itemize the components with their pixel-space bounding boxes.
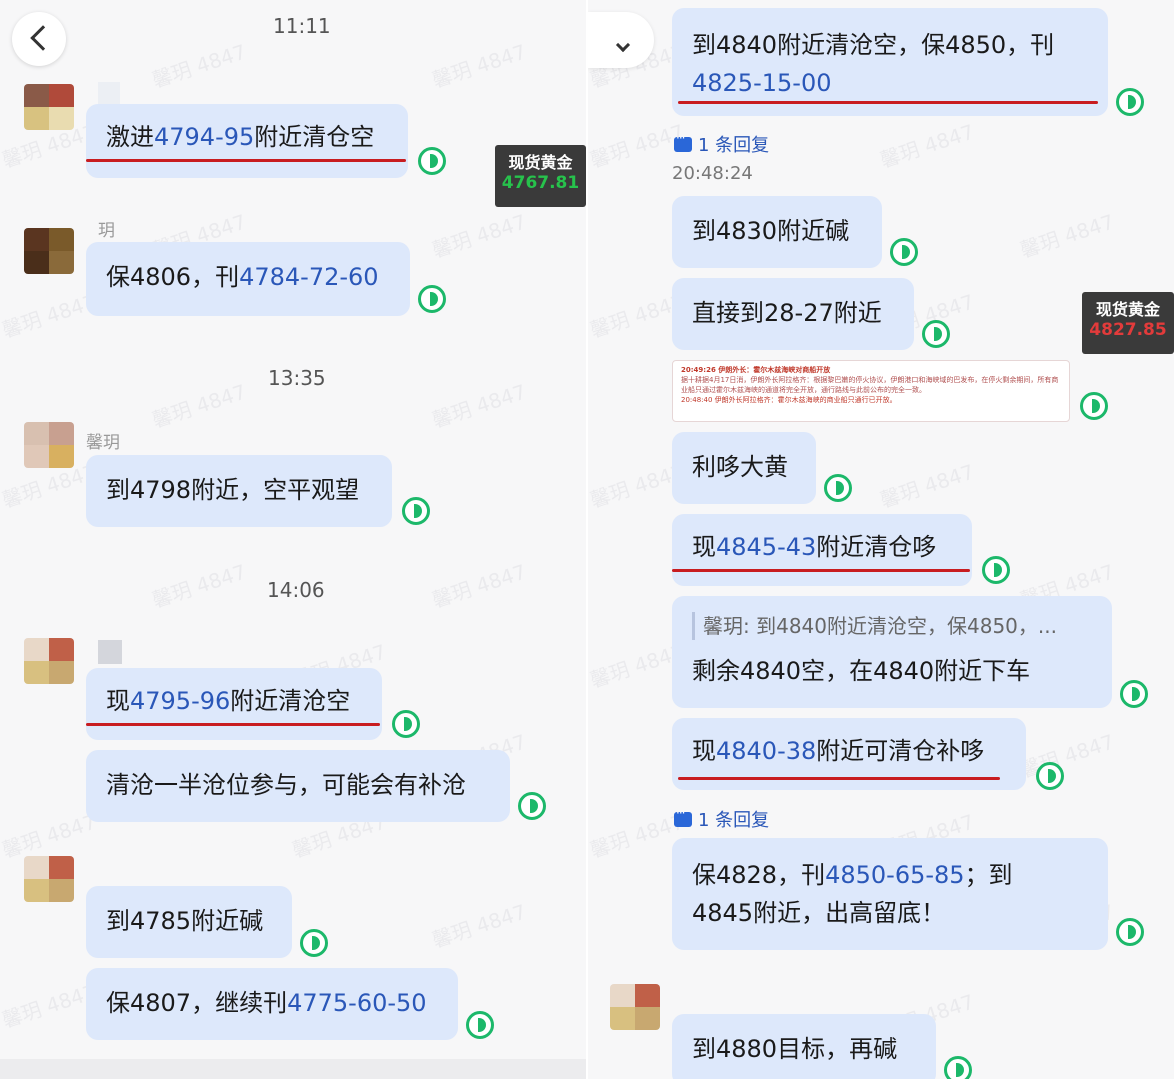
news-screenshot-attachment[interactable]: 20:49:26 伊朗外长：霍尔木兹海峡对商船开放 据十耕据4月17日消，伊朗外… xyxy=(672,360,1070,422)
sender-name-placeholder xyxy=(98,640,122,664)
quoted-message[interactable]: 馨玥: 到4840附近清沧空，保4850，... xyxy=(692,612,1092,640)
watermark: 馨玥 4847 xyxy=(429,209,530,263)
message-timestamp: 20:48:24 xyxy=(672,163,753,184)
gold-price-widget[interactable]: 现货黄金 4827.85 xyxy=(1082,292,1174,354)
input-bar[interactable] xyxy=(0,1059,586,1079)
watermark: 馨玥 4847 xyxy=(429,379,530,433)
watermark: 馨玥 4847 xyxy=(0,289,100,343)
watermark: 馨玥 4847 xyxy=(149,379,250,433)
watermark: 馨玥 4847 xyxy=(429,39,530,93)
watermark: 馨玥 4847 xyxy=(429,899,530,953)
watermark: 馨玥 4847 xyxy=(877,119,978,173)
message-bubble[interactable]: 到4785附近碱 xyxy=(86,886,292,958)
avatar xyxy=(24,638,74,684)
message-bubble[interactable]: 到4880目标，再碱 xyxy=(672,1014,936,1079)
message-bubble[interactable]: 激进4794-95附近清仓空 xyxy=(86,104,408,178)
message-bubble[interactable]: 到4798附近，空平观望 xyxy=(86,455,392,527)
message-bubble[interactable]: 清沧一半沧位参与，可能会有补沧 xyxy=(86,750,510,822)
right-chat-pane: 馨玥 4847 馨玥 4847 馨玥 4847 馨玥 4847 馨玥 4847 … xyxy=(588,0,1174,1079)
read-status-icon xyxy=(1120,680,1148,708)
read-status-icon xyxy=(466,1011,494,1039)
back-button[interactable] xyxy=(588,12,654,68)
time-divider: 11:11 xyxy=(273,14,331,38)
message-bubble[interactable]: 保4806，刊4784-72-60 xyxy=(86,242,410,316)
read-status-icon xyxy=(1116,88,1144,116)
avatar xyxy=(610,984,660,1030)
read-status-icon xyxy=(392,710,420,738)
red-underline xyxy=(678,777,1000,780)
read-status-icon xyxy=(418,147,446,175)
time-divider: 14:06 xyxy=(267,578,325,602)
sender-name: 馨玥 xyxy=(86,433,120,453)
gold-price-widget[interactable]: 现货黄金 4767.81 xyxy=(495,145,586,207)
message-bubble[interactable]: 现4840-38附近可清仓补哆 xyxy=(672,718,1026,790)
read-status-icon xyxy=(982,556,1010,584)
red-underline xyxy=(86,159,406,162)
read-status-icon xyxy=(518,792,546,820)
watermark: 馨玥 4847 xyxy=(1017,209,1118,263)
reply-count-link[interactable]: 1 条回复 xyxy=(674,806,769,832)
message-bubble[interactable]: 利哆大黄 xyxy=(672,432,816,504)
read-status-icon xyxy=(890,238,918,266)
red-underline xyxy=(672,569,970,572)
message-bubble[interactable]: 到4830附近碱 xyxy=(672,196,882,268)
reply-icon xyxy=(674,806,692,827)
avatar xyxy=(24,422,74,468)
watermark: 馨玥 4847 xyxy=(429,559,530,613)
red-underline xyxy=(678,101,1098,104)
sender-name: 玥 xyxy=(98,221,115,241)
message-bubble[interactable]: 保4807，继续刊4775-60-50 xyxy=(86,968,458,1040)
message-bubble[interactable]: 保4828，刊4850-65-85；到 4845附近，出高留底！ xyxy=(672,838,1108,950)
read-status-icon xyxy=(418,285,446,313)
time-divider: 13:35 xyxy=(268,366,326,390)
message-bubble[interactable]: 直接到28-27附近 xyxy=(672,278,914,350)
message-bubble[interactable]: 现4795-96附近清沧空 xyxy=(86,668,382,740)
message-bubble[interactable]: 到4840附近清沧空，保4850，刊 4825-15-00 xyxy=(672,8,1108,116)
watermark: 馨玥 4847 xyxy=(149,559,250,613)
watermark: 馨玥 4847 xyxy=(1017,729,1118,783)
back-button[interactable] xyxy=(12,12,66,66)
reply-count-link[interactable]: 1 条回复 xyxy=(674,131,769,157)
read-status-icon xyxy=(1116,918,1144,946)
read-status-icon xyxy=(922,320,950,348)
read-status-icon xyxy=(402,497,430,525)
read-status-icon xyxy=(824,474,852,502)
read-status-icon xyxy=(1036,762,1064,790)
red-underline xyxy=(86,723,380,726)
watermark: 馨玥 4847 xyxy=(0,979,100,1033)
reply-icon xyxy=(674,131,692,152)
read-status-icon xyxy=(1080,392,1108,420)
watermark: 馨玥 4847 xyxy=(0,809,100,863)
watermark: 馨玥 4847 xyxy=(877,459,978,513)
read-status-icon xyxy=(300,929,328,957)
avatar xyxy=(24,228,74,274)
read-status-icon xyxy=(944,1056,972,1079)
sender-name-placeholder xyxy=(98,82,120,104)
avatar xyxy=(24,84,74,130)
quoted-reply-bubble[interactable]: 馨玥: 到4840附近清沧空，保4850，... 剩余4840空，在4840附近… xyxy=(672,596,1112,708)
message-bubble[interactable]: 现4845-43附近清仓哆 xyxy=(672,514,972,586)
left-chat-pane: 馨玥 4847 馨玥 4847 馨玥 4847 馨玥 4847 馨玥 4847 … xyxy=(0,0,586,1079)
avatar xyxy=(24,856,74,902)
watermark: 馨玥 4847 xyxy=(149,39,250,93)
